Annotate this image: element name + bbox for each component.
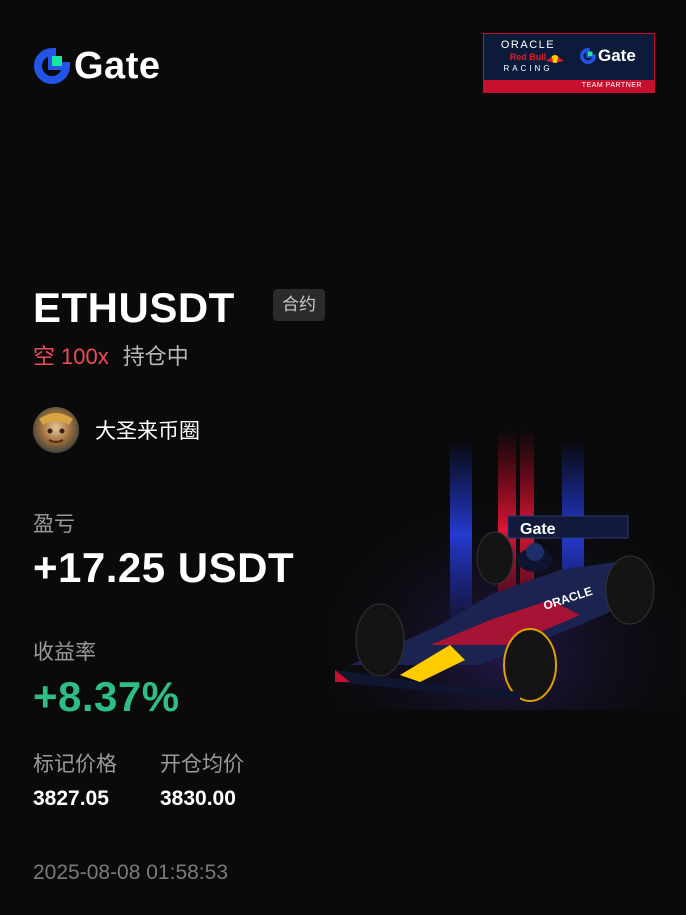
pnl-value: +17.25 USDT (33, 544, 295, 591)
gate-mini-icon (580, 48, 596, 64)
partner-badge: ORACLE Red Bull RACING Gate TEAM PARTNER (483, 33, 655, 93)
pnl-label: 盈亏 (33, 513, 75, 536)
mark-price-label: 标记价格 (33, 753, 117, 776)
entry-price-value: 3830.00 (160, 787, 236, 810)
user-info: 大圣来币圈 (33, 407, 200, 453)
gate-logo: Gate (34, 45, 161, 87)
entry-price-label: 开仓均价 (160, 753, 244, 776)
position-status: 持仓中 (122, 344, 189, 369)
brand-name: Gate (74, 45, 161, 87)
mark-price-value: 3827.05 (33, 787, 109, 810)
partner-brand-text: Gate (598, 46, 636, 65)
svg-text:Gate: Gate (520, 521, 556, 538)
trading-pair: ETHUSDT (33, 284, 235, 331)
leverage-label: 100x (61, 344, 109, 369)
roi-value: +8.37% (33, 673, 180, 720)
username: 大圣来币圈 (95, 420, 200, 443)
timestamp: 2025-08-08 01:58:53 (33, 861, 228, 884)
avatar-image (33, 407, 79, 453)
contract-tag: 合约 (273, 289, 325, 321)
gate-logo-icon (34, 48, 70, 84)
team-partner-label: TEAM PARTNER (484, 80, 654, 92)
direction-label: 空 (33, 344, 56, 369)
partner-gate-logo: Gate (580, 46, 636, 66)
position-info: 空 100x 持仓中 (33, 343, 189, 371)
avatar (33, 407, 79, 453)
red-bull-icon (546, 55, 564, 63)
roi-label: 收益率 (33, 641, 96, 664)
partner-oracle-text: ORACLE (500, 39, 556, 51)
f1-car-illustration: Gate ORACLE (330, 420, 686, 710)
